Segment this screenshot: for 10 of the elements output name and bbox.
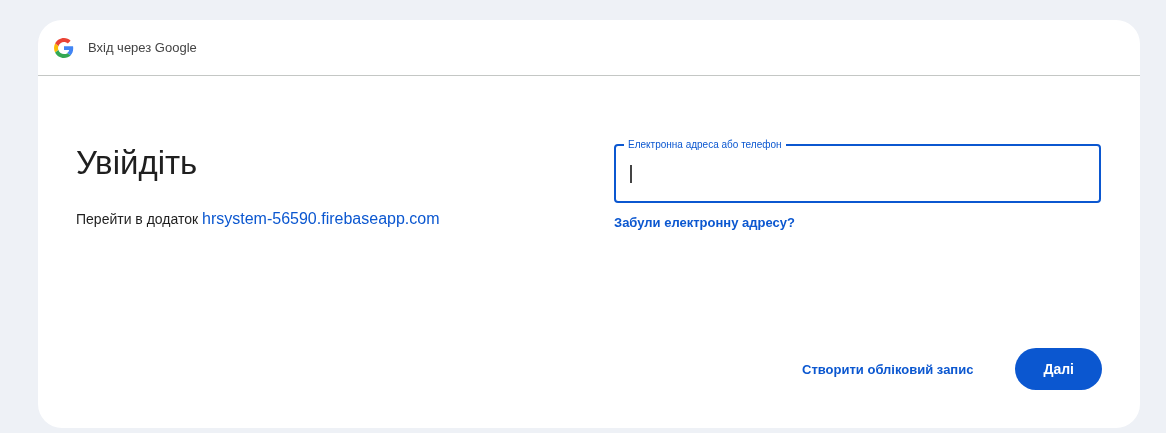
google-logo-icon: [54, 37, 74, 58]
email-field[interactable]: Електронна адреса або телефон: [614, 140, 1101, 203]
text-cursor-icon: [630, 164, 632, 183]
header-title: Вхід через Google: [88, 40, 197, 55]
subtitle-text: Перейти в додаток hrsystem-56590.firebaseapp.com: [76, 210, 441, 228]
create-account-button[interactable]: Створити обліковий запис: [802, 361, 974, 377]
forgot-email-link[interactable]: Забули електронну адресу?: [614, 215, 795, 230]
app-link[interactable]: hrsystem-56590.firebaseapp.com: [202, 210, 440, 227]
next-button[interactable]: Далі: [1015, 348, 1102, 390]
page-heading: Увійдіть: [76, 144, 199, 182]
